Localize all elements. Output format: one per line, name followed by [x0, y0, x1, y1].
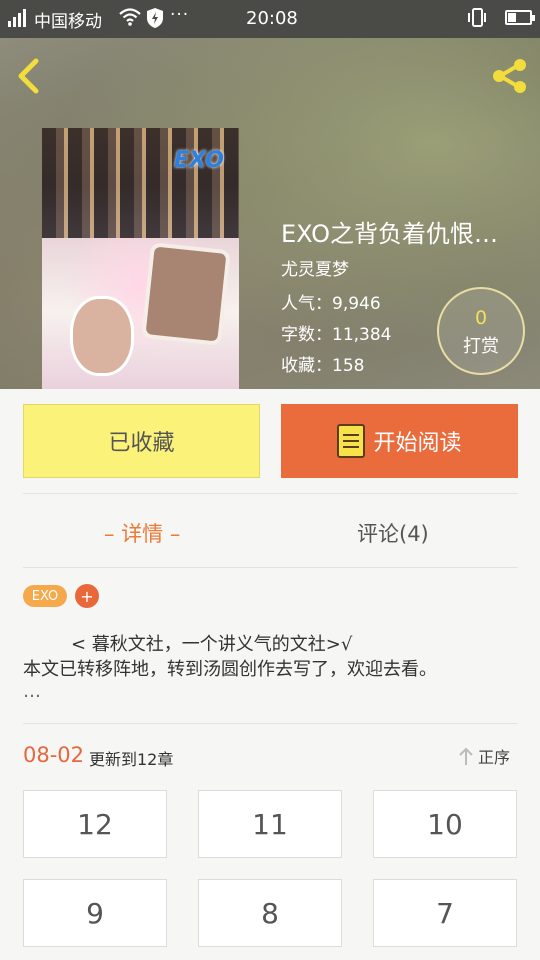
divider — [23, 493, 518, 494]
cover-portrait-left — [70, 296, 134, 376]
shield-icon — [146, 7, 164, 34]
share-button[interactable] — [490, 56, 530, 96]
tip-button[interactable]: 0 打赏 — [437, 287, 525, 375]
update-status: 更新到12章 — [89, 750, 174, 769]
chapter-button[interactable]: 12 — [23, 790, 167, 858]
popularity-stat: 人气：9,946 — [281, 294, 381, 314]
chapter-button[interactable]: 11 — [198, 790, 342, 858]
book-description[interactable]: < 暮秋文社，一个讲义气的文社>√ 本文已转移阵地，转到汤圆创作去写了，欢迎去看… — [23, 632, 523, 702]
favorited-label: 已收藏 — [108, 431, 175, 456]
word-count-stat: 字数：11,384 — [281, 325, 392, 345]
chapter-button[interactable]: 10 — [373, 790, 517, 858]
divider — [23, 723, 518, 724]
more-notifications-icon: ··· — [170, 5, 190, 25]
clock: 20:08 — [246, 8, 298, 29]
battery-icon — [505, 10, 535, 25]
tab-comments[interactable]: 评论(4) — [357, 518, 429, 548]
chapter-button[interactable]: 9 — [23, 879, 167, 947]
tip-count: 0 — [474, 307, 488, 329]
tip-label: 打赏 — [463, 336, 499, 357]
chapter-button[interactable]: 8 — [198, 879, 342, 947]
start-reading-label: 开始阅读 — [373, 431, 462, 456]
tab-details[interactable]: – 详情 – — [104, 518, 180, 548]
carrier-name: 中国移动 — [34, 12, 102, 32]
book-author[interactable]: 尤灵夏梦 — [281, 255, 349, 280]
expand-description[interactable]: … — [23, 682, 523, 702]
book-title: EXO之背负着仇恨… — [281, 220, 498, 248]
start-reading-button[interactable]: 开始阅读 — [281, 404, 518, 478]
chapter-button[interactable]: 7 — [373, 879, 517, 947]
wifi-icon — [118, 7, 142, 32]
update-date: 08-02 — [23, 743, 85, 767]
sort-order-button[interactable]: 正序 — [458, 744, 510, 768]
status-bar: 中国移动 ··· 20:08 — [0, 0, 540, 38]
vibrate-icon — [466, 7, 488, 34]
description-line: 本文已转移阵地，转到汤圆创作去写了，欢迎去看。 — [23, 659, 437, 680]
sort-order-label: 正序 — [478, 748, 511, 767]
arrow-up-icon — [459, 747, 473, 765]
book-icon — [337, 424, 366, 458]
cover-logo: EXO — [174, 148, 224, 173]
signal-icon — [8, 9, 26, 27]
cover-portrait-right — [141, 242, 231, 346]
chevron-left-icon — [18, 58, 39, 94]
divider — [23, 567, 518, 568]
cover-group-photo — [42, 128, 239, 238]
add-tag-button[interactable]: + — [75, 584, 99, 608]
book-cover-image[interactable]: EXO — [42, 128, 239, 389]
description-line: < 暮秋文社，一个讲义气的文社>√ — [71, 634, 353, 655]
share-icon — [493, 59, 526, 93]
favorited-button[interactable]: 已收藏 — [23, 404, 260, 478]
favorites-stat: 收藏：158 — [281, 356, 365, 376]
book-header: EXO EXO之背负着仇恨… 尤灵夏梦 人气：9,946 字数：11,384 收… — [0, 38, 540, 389]
tag-chip[interactable]: EXO — [23, 585, 67, 607]
back-button[interactable] — [14, 58, 44, 94]
